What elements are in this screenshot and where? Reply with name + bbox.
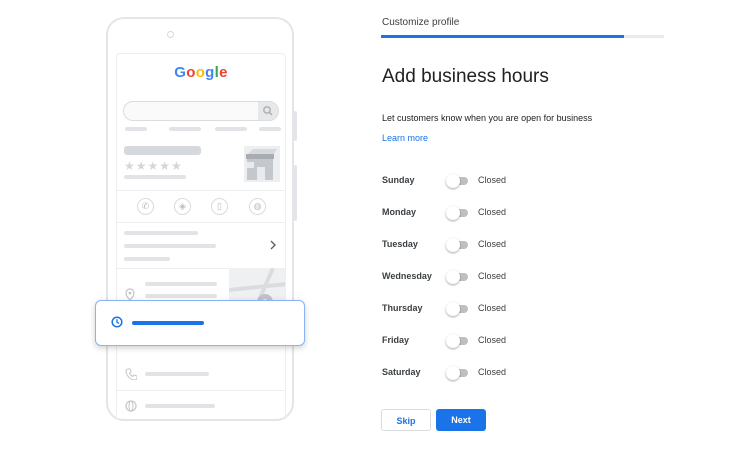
google-logo: Google [117, 64, 285, 81]
preview-text-line [124, 231, 198, 235]
toggle-knob [446, 206, 460, 220]
bookmark-icon: ▯ [211, 198, 228, 215]
preview-search-bar [123, 101, 279, 121]
toggle-knob [446, 302, 460, 316]
phone-screen: Google ★★★★★ ✆ ◈ ▯ ◍ [116, 53, 286, 419]
preview-tab-placeholder [259, 127, 281, 131]
preview-search-button [258, 102, 278, 120]
open-closed-toggle[interactable] [446, 334, 470, 348]
google-logo-letter: e [219, 64, 228, 81]
step-label: Customize profile [382, 17, 460, 28]
progress-fill [381, 35, 625, 38]
toggle-knob [446, 238, 460, 252]
toggle-knob [446, 270, 460, 284]
phone-side-button [294, 111, 297, 141]
day-row: Saturday Closed [382, 365, 582, 381]
open-closed-toggle[interactable] [446, 270, 470, 284]
page-title: Add business hours [382, 66, 549, 87]
search-icon [263, 106, 273, 116]
google-logo-letter: G [174, 64, 187, 81]
preview-divider [117, 390, 285, 391]
preview-tab-placeholder [215, 127, 247, 131]
open-closed-toggle[interactable] [446, 174, 470, 188]
preview-text-line [145, 282, 217, 286]
toggle-knob [446, 334, 460, 348]
preview-text-line [124, 244, 216, 248]
preview-text-line [145, 404, 215, 408]
hours-highlight-card [95, 300, 305, 346]
day-status: Closed [478, 367, 507, 377]
day-row: Thursday Closed [382, 301, 582, 317]
day-status: Closed [478, 303, 507, 313]
preview-text-line [145, 294, 217, 298]
day-name: Sunday [382, 175, 415, 185]
learn-more-link[interactable]: Learn more [382, 133, 428, 143]
toggle-knob [446, 174, 460, 188]
day-name: Saturday [382, 367, 421, 377]
phone-icon [125, 368, 137, 380]
day-status: Closed [478, 239, 507, 249]
progress-bar [381, 35, 664, 38]
website-icon: ◍ [249, 198, 266, 215]
day-row: Sunday Closed [382, 173, 582, 189]
day-status: Closed [478, 175, 507, 185]
page-description: Let customers know when you are open for… [382, 113, 593, 123]
clock-icon [111, 316, 123, 328]
day-name: Tuesday [382, 239, 418, 249]
preview-divider [117, 222, 285, 223]
preview-divider [117, 190, 285, 191]
day-row: Friday Closed [382, 333, 582, 349]
day-name: Wednesday [382, 271, 432, 281]
open-closed-toggle[interactable] [446, 206, 470, 220]
day-name: Friday [382, 335, 410, 345]
day-status: Closed [478, 335, 507, 345]
toggle-knob [446, 366, 460, 380]
google-logo-letter: o [195, 64, 206, 81]
day-row: Tuesday Closed [382, 237, 582, 253]
preview-tab-placeholder [125, 127, 147, 131]
directions-icon: ◈ [174, 198, 191, 215]
next-button[interactable]: Next [436, 409, 486, 431]
phone-camera [167, 31, 174, 38]
open-closed-toggle[interactable] [446, 302, 470, 316]
preview-business-category [124, 175, 186, 179]
preview-business-name [124, 146, 201, 155]
preview-text-line [124, 257, 170, 261]
phone-preview: Google ★★★★★ ✆ ◈ ▯ ◍ [106, 17, 297, 421]
phone-side-button [294, 165, 297, 221]
globe-icon [125, 400, 137, 412]
chevron-right-icon [270, 240, 276, 250]
phone-icon: ✆ [137, 198, 154, 215]
open-closed-toggle[interactable] [446, 366, 470, 380]
day-name: Monday [382, 207, 417, 217]
preview-rating-stars: ★★★★★ [124, 159, 183, 173]
preview-tab-placeholder [169, 127, 201, 131]
skip-button[interactable]: Skip [381, 409, 431, 431]
open-closed-toggle[interactable] [446, 238, 470, 252]
day-status: Closed [478, 271, 507, 281]
day-name: Thursday [382, 303, 423, 313]
storefront-icon [244, 146, 280, 182]
google-logo-letter: o [186, 64, 196, 81]
google-logo-letter: g [205, 64, 215, 81]
day-row: Monday Closed [382, 205, 582, 221]
day-row: Wednesday Closed [382, 269, 582, 285]
hours-placeholder-bar [132, 321, 204, 325]
day-status: Closed [478, 207, 507, 217]
preview-text-line [145, 372, 209, 376]
